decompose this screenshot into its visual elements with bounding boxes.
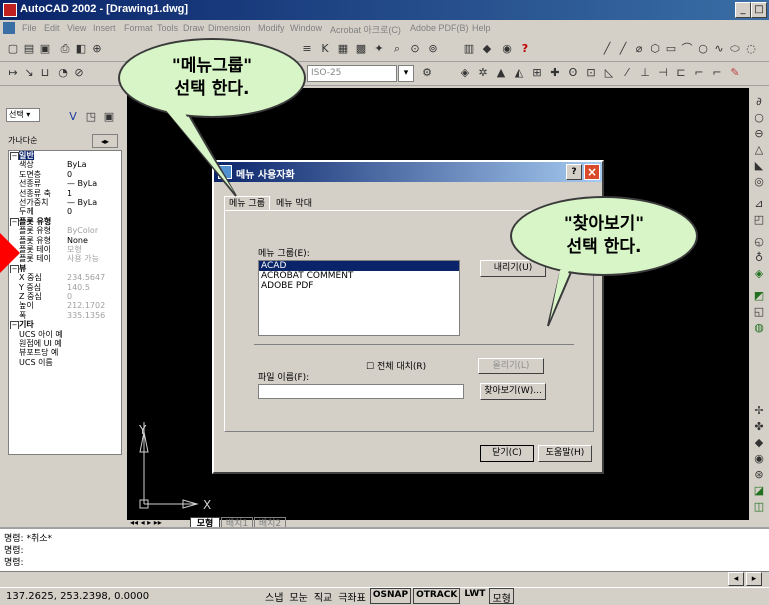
- autocad-window: AutoCAD 2002 - [Drawing1.dwg] _ □ File E…: [0, 0, 769, 605]
- red-pointer-icon: [0, 233, 20, 273]
- callout-tail-fill: [164, 108, 570, 320]
